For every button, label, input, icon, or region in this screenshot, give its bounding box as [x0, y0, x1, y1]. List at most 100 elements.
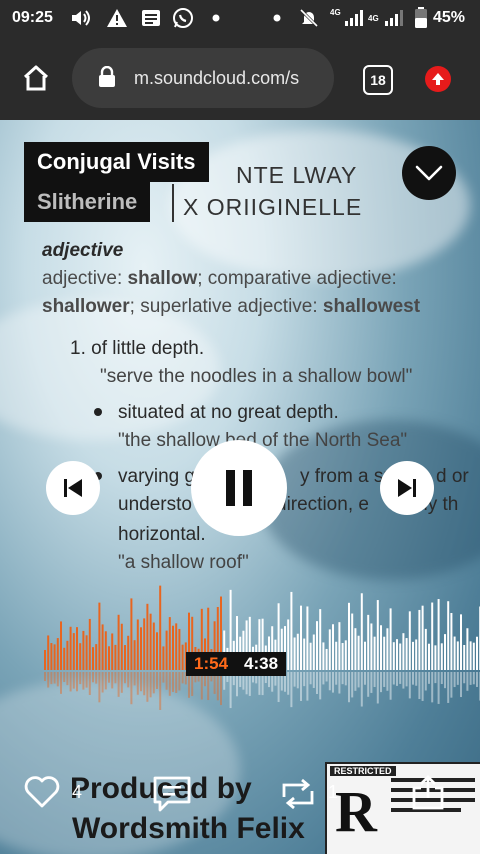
waveform-reflection-bar	[63, 672, 66, 682]
waveform-reflection-bar	[149, 672, 152, 698]
waveform-reflection-bar	[351, 672, 354, 698]
repost-button[interactable]	[276, 772, 320, 816]
waveform-reflection-bar	[101, 672, 104, 693]
waveform-bar	[335, 641, 338, 670]
waveform-reflection-bar	[424, 672, 427, 691]
waveform-bar	[47, 635, 50, 670]
waveform-bar	[114, 644, 117, 670]
update-icon[interactable]	[425, 66, 451, 92]
waveform-reflection-bar	[309, 672, 312, 685]
share-button[interactable]	[406, 770, 450, 814]
waveform-bar	[360, 593, 363, 670]
address-bar[interactable]: m.soundcloud.com/s	[72, 48, 334, 108]
waveform-reflection-bar	[95, 672, 98, 684]
waveform-reflection-bar	[178, 672, 181, 691]
waveform-reflection-bar	[354, 672, 357, 691]
art-header-1: NTE LWAY	[236, 162, 358, 188]
battery-icon	[410, 7, 432, 29]
waveform-reflection-bar	[383, 672, 386, 687]
waveform-bar	[434, 645, 437, 670]
lock-icon	[98, 65, 116, 93]
waveform-bar	[389, 608, 392, 670]
tab-switcher-button[interactable]: 18	[363, 65, 393, 95]
waveform-reflection-bar	[472, 672, 475, 685]
waveform-reflection-bar	[143, 672, 146, 696]
art-def-2: situated at no great depth.	[118, 402, 339, 423]
collapse-player-button[interactable]	[402, 146, 456, 200]
waveform-bar	[162, 646, 165, 670]
waveform-reflection-bar	[72, 672, 75, 689]
waveform-bar	[44, 650, 46, 670]
waveform-bar	[50, 643, 53, 670]
waveform-reflection-bar	[44, 672, 46, 681]
network-label-2: 4G	[368, 14, 379, 23]
signal-icon	[344, 7, 366, 29]
waveform-bar	[300, 605, 302, 670]
like-button[interactable]	[22, 772, 62, 812]
waveform-reflection-bar	[415, 672, 418, 686]
dot-icon	[266, 7, 288, 29]
waveform-bar	[424, 628, 427, 670]
waveform-bar	[293, 637, 296, 670]
waveform-bar	[72, 633, 75, 670]
waveform-bar	[328, 629, 331, 670]
home-icon[interactable]	[16, 58, 56, 98]
skip-forward-icon	[398, 479, 416, 497]
waveform-bar	[463, 644, 466, 670]
waveform-bar	[159, 585, 162, 670]
waveform-reflection-bar	[146, 672, 149, 702]
art-header-2: X ORIIGINELLE	[183, 194, 363, 220]
waveform-reflection-bar	[207, 672, 210, 701]
waveform-bar	[60, 621, 62, 670]
waveform-reflection-bar	[114, 672, 117, 684]
waveform-reflection-bar	[85, 672, 88, 688]
waveform-reflection-bar	[319, 672, 322, 700]
next-button[interactable]	[380, 461, 434, 515]
waveform-bar	[175, 623, 178, 670]
volume-icon	[70, 7, 92, 29]
network-label-1: 4G	[330, 8, 341, 17]
waveform-bar	[287, 619, 290, 670]
waveform-reflection-bar	[450, 672, 453, 698]
waveform-bar	[364, 641, 366, 670]
waveform-reflection-bar	[312, 672, 315, 688]
track-title[interactable]: Conjugal Visits	[24, 142, 209, 182]
waveform-bar	[101, 624, 104, 670]
waveform-reflection-bar	[120, 672, 123, 693]
waveform-bar	[178, 628, 181, 670]
waveform-reflection-bar	[440, 672, 443, 685]
waveform-reflection-bar	[456, 672, 459, 685]
waveform-reflection-bar	[453, 672, 456, 688]
waveform-reflection-bar	[389, 672, 392, 700]
whatsapp-icon	[172, 7, 194, 29]
waveform-reflection-bar	[159, 672, 162, 710]
waveform-bar	[415, 639, 418, 670]
pause-icon	[226, 470, 252, 506]
waveform-reflection-bar	[293, 672, 296, 687]
waveform-bar	[140, 627, 142, 670]
waveform-reflection-bar	[357, 672, 360, 688]
previous-button[interactable]	[46, 461, 100, 515]
art-def-5: horizontal.	[118, 524, 206, 545]
browser-toolbar: m.soundcloud.com/s 18	[0, 36, 480, 120]
comment-button[interactable]	[150, 772, 194, 816]
waveform-reflection-bar	[431, 672, 434, 703]
dot-icon	[205, 7, 227, 29]
waveform[interactable]	[0, 570, 480, 720]
waveform-reflection-bar	[476, 672, 478, 687]
bullet	[94, 408, 102, 416]
waveform-reflection-bar	[402, 672, 405, 689]
waveform-bar	[392, 642, 395, 670]
waveform-bar	[440, 643, 443, 670]
waveform-reflection-bar	[136, 672, 139, 695]
waveform-bar	[172, 625, 174, 670]
waveform-bar	[143, 618, 146, 670]
waveform-bar	[130, 598, 133, 670]
waveform-reflection-bar	[348, 672, 350, 703]
waveform-bar	[428, 643, 430, 670]
track-artist[interactable]: Slitherine	[24, 182, 151, 222]
waveform-reflection-bar	[111, 672, 114, 689]
waveform-bar	[152, 622, 155, 670]
pause-button[interactable]	[191, 440, 287, 536]
waveform-reflection-bar	[200, 672, 203, 700]
